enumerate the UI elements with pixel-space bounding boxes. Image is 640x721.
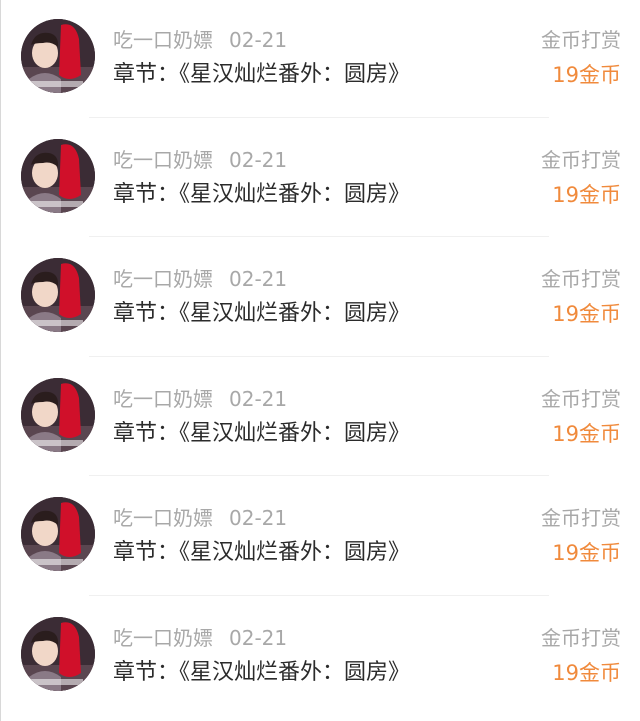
divider [89,236,549,237]
avatar-photo-icon [21,258,95,332]
reward-record-list: 吃一口奶嫖 02-21 章节：《星汉灿烂番外：圆房》 金币打赏 19金币 吃一口奶… [1,0,640,717]
chapter-title[interactable]: 章节：《星汉灿烂番外：圆房》 [113,299,410,329]
reward-type: 金币打赏 [541,28,621,52]
list-item[interactable]: 吃一口奶嫖 02-21 章节：《星汉灿烂番外：圆房》 金币打赏 19金币 [1,598,640,718]
user-name[interactable]: 吃一口奶嫖 [113,506,213,530]
record-date: 02-21 [229,267,288,291]
list-item[interactable]: 吃一口奶嫖 02-21 章节：《星汉灿烂番外：圆房》 金币打赏 19金币 [1,239,640,359]
user-name[interactable]: 吃一口奶嫖 [113,387,213,411]
chapter-title[interactable]: 章节：《星汉灿烂番外：圆房》 [113,180,410,210]
record-meta: 吃一口奶嫖 02-21 [113,625,287,651]
record-meta: 吃一口奶嫖 02-21 [113,266,287,292]
user-name[interactable]: 吃一口奶嫖 [113,267,213,291]
user-avatar[interactable] [21,616,95,691]
user-name[interactable]: 吃一口奶嫖 [113,626,213,650]
user-avatar[interactable] [21,497,95,571]
reward-type: 金币打赏 [541,147,621,172]
reward-type: 金币打赏 [541,267,621,291]
record-date: 02-21 [229,147,288,172]
chapter-title[interactable]: 章节：《星汉灿烂番外：圆房》 [113,658,410,688]
record-meta: 吃一口奶嫖 02-21 [113,505,287,531]
record-date: 02-21 [229,386,288,411]
reward-type: 金币打赏 [541,506,621,530]
avatar-photo-icon [21,616,95,691]
reward-amount: 19金币 [552,660,621,685]
reward-amount: 19金币 [552,421,621,446]
reward-type: 金币打赏 [541,625,621,650]
user-name[interactable]: 吃一口奶嫖 [113,148,213,172]
list-item[interactable]: 吃一口奶嫖 02-21 章节：《星汉灿烂番外：圆房》 金币打赏 19金币 [1,478,640,598]
chapter-title[interactable]: 章节：《星汉灿烂番外：圆房》 [113,60,410,90]
reward-amount: 19金币 [552,182,621,207]
user-avatar[interactable] [21,377,95,452]
divider [89,594,549,596]
user-avatar[interactable] [21,138,95,213]
reward-amount: 19金币 [552,541,621,565]
divider [89,116,549,118]
divider [89,475,549,476]
divider [89,355,549,357]
record-meta: 吃一口奶嫖 02-21 [113,147,287,173]
record-date: 02-21 [229,625,288,650]
avatar-photo-icon [21,497,95,571]
record-meta: 吃一口奶嫖 02-21 [113,386,287,412]
record-date: 02-21 [229,506,288,530]
record-meta: 吃一口奶嫖 02-21 [113,27,287,53]
reward-type: 金币打赏 [541,386,621,411]
avatar-photo-icon [21,377,95,452]
user-name[interactable]: 吃一口奶嫖 [113,28,213,52]
user-avatar[interactable] [21,19,95,93]
avatar-photo-icon [21,138,95,213]
reward-amount: 19金币 [552,63,621,87]
user-avatar[interactable] [21,258,95,332]
reward-amount: 19金币 [552,302,621,326]
avatar-photo-icon [21,19,95,93]
chapter-title[interactable]: 章节：《星汉灿烂番外：圆房》 [113,538,410,568]
chapter-title[interactable]: 章节：《星汉灿烂番外：圆房》 [113,419,410,449]
list-item[interactable]: 吃一口奶嫖 02-21 章节：《星汉灿烂番外：圆房》 金币打赏 19金币 [1,0,640,120]
list-item[interactable]: 吃一口奶嫖 02-21 章节：《星汉灿烂番外：圆房》 金币打赏 19金币 [1,120,640,240]
list-item[interactable]: 吃一口奶嫖 02-21 章节：《星汉灿烂番外：圆房》 金币打赏 19金币 [1,359,640,479]
record-date: 02-21 [229,28,288,52]
